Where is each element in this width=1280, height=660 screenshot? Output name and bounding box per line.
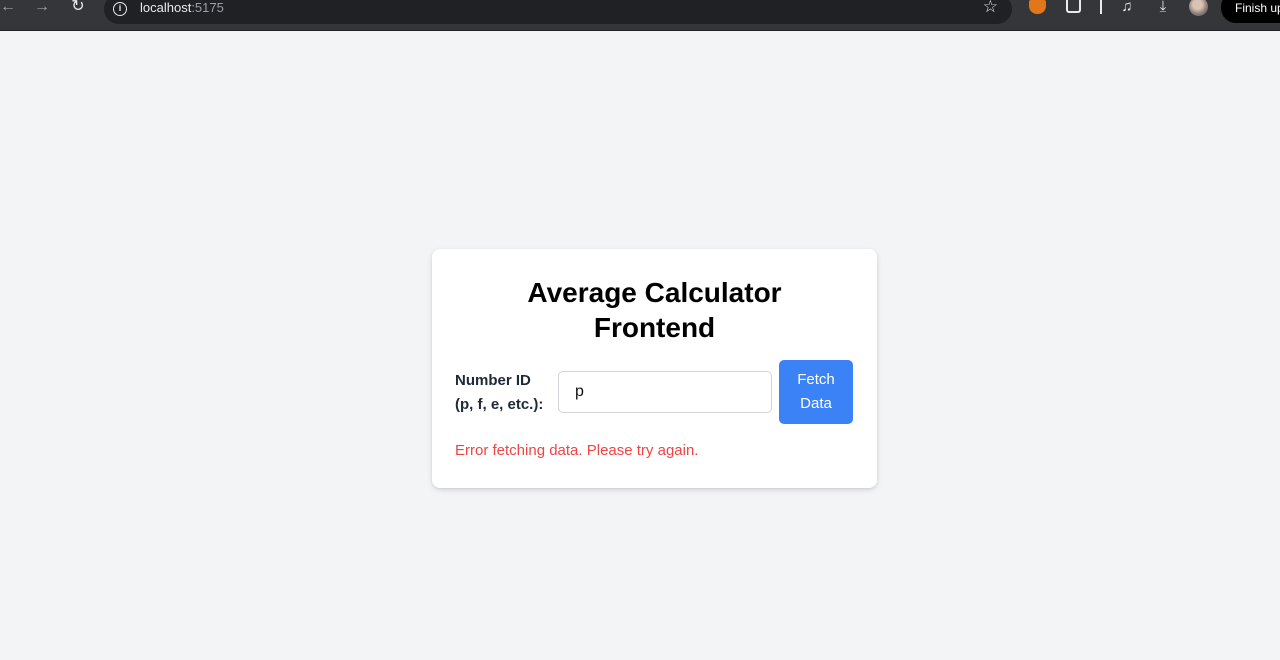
back-icon[interactable]: ← xyxy=(0,0,20,16)
profile-avatar[interactable] xyxy=(1189,0,1208,16)
browser-toolbar: ← → ↻ i localhost:5175 ☆ ♫ ⤓ Finish upda… xyxy=(0,0,1280,31)
reload-icon[interactable]: ↻ xyxy=(66,0,90,16)
bookmark-star-icon[interactable]: ☆ xyxy=(983,0,998,16)
fetch-data-button[interactable]: Fetch Data xyxy=(779,360,853,424)
address-bar[interactable]: i localhost:5175 ☆ xyxy=(104,0,1012,24)
label-line-1: Number ID xyxy=(455,372,531,389)
forward-icon[interactable]: → xyxy=(30,0,54,16)
extensions-puzzle-icon[interactable] xyxy=(1066,0,1081,13)
download-icon[interactable]: ⤓ xyxy=(1153,0,1173,18)
calculator-card: Average Calculator Frontend Number ID (p… xyxy=(432,249,877,488)
fetch-button-line-1: Fetch xyxy=(797,371,835,388)
fetch-button-line-2: Data xyxy=(800,395,832,412)
url-port: :5175 xyxy=(191,0,224,15)
label-line-2: (p, f, e, etc.): xyxy=(455,396,544,413)
page-title: Average Calculator Frontend xyxy=(432,275,877,345)
media-control-icon[interactable]: ♫ xyxy=(1117,0,1137,18)
error-message: Error fetching data. Please try again. xyxy=(455,442,699,459)
url-host: localhost xyxy=(140,0,192,15)
number-id-input[interactable] xyxy=(558,371,772,413)
site-info-icon[interactable]: i xyxy=(113,2,127,16)
title-line-1: Average Calculator xyxy=(527,277,782,308)
metamask-extension-icon[interactable] xyxy=(1029,0,1046,14)
title-line-2: Frontend xyxy=(593,312,716,343)
finish-update-label: Finish update xyxy=(1235,1,1280,15)
url-text[interactable]: localhost:5175 xyxy=(140,0,224,16)
toolbar-divider xyxy=(1100,0,1102,14)
finish-update-button[interactable]: Finish update xyxy=(1221,0,1280,23)
number-id-label: Number ID (p, f, e, etc.): xyxy=(455,369,551,417)
